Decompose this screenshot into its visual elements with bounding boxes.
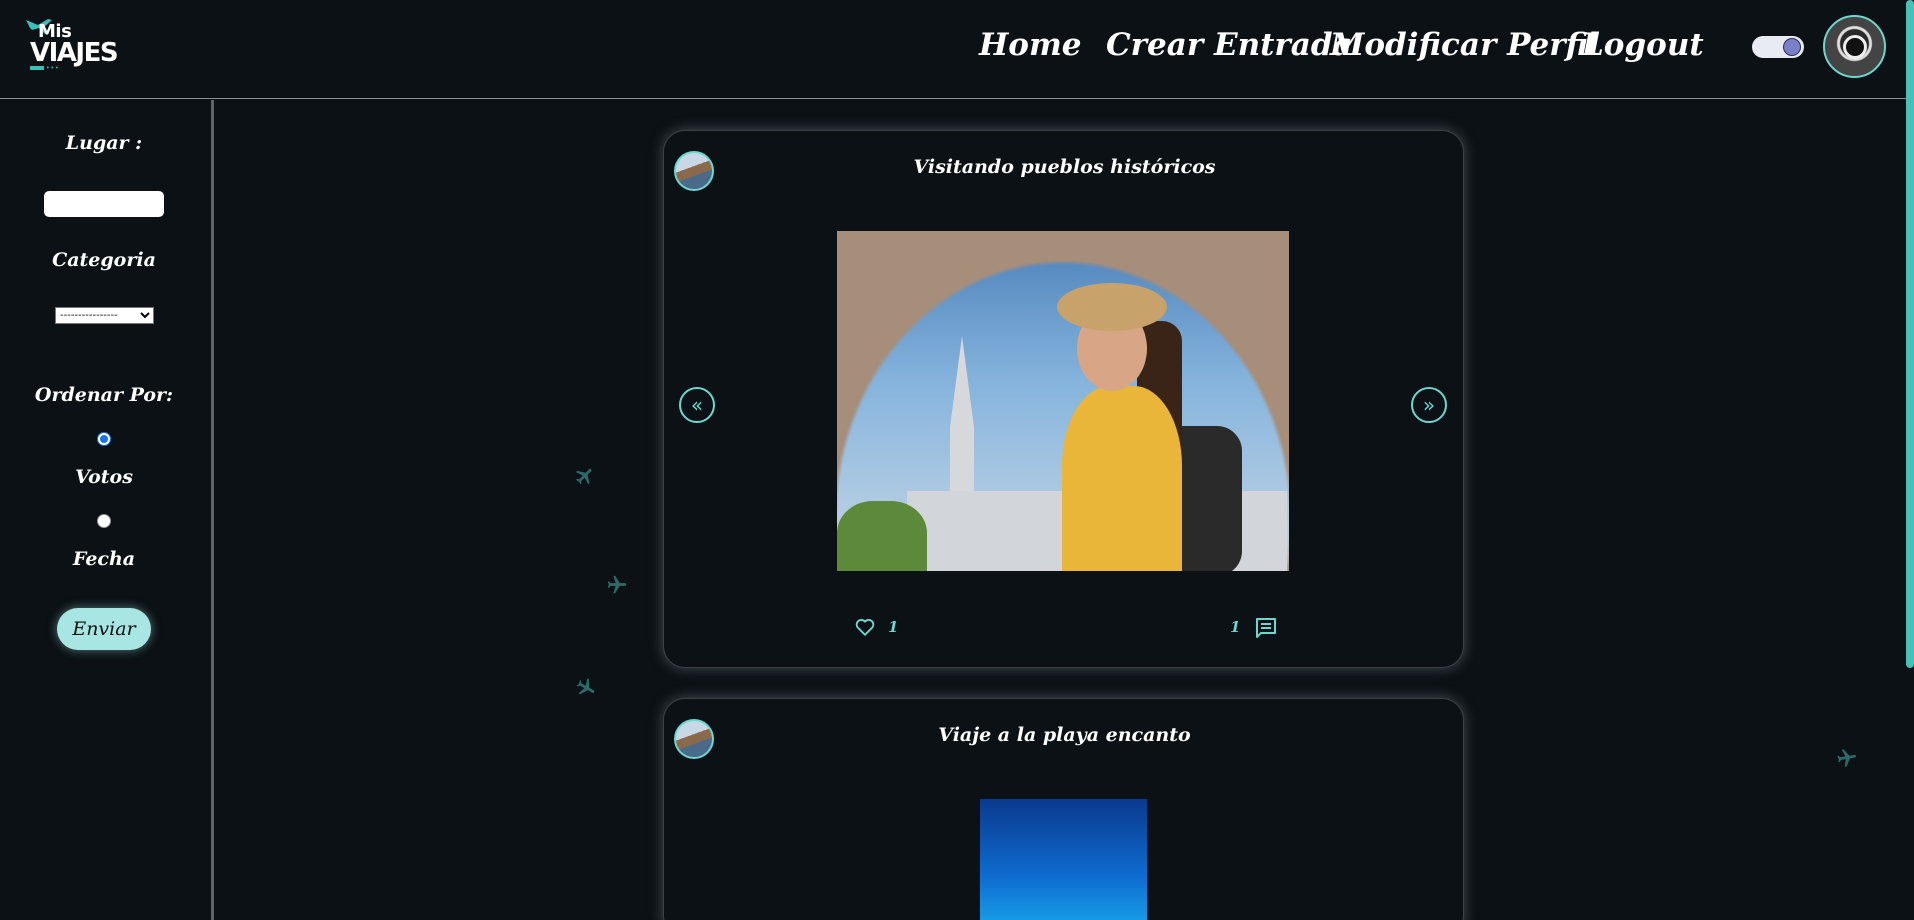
dress-shape xyxy=(1062,386,1182,571)
logo-dots: ••• xyxy=(46,65,60,72)
decorative-plane-icon xyxy=(607,575,627,594)
post-card: Viaje a la playa encanto xyxy=(663,698,1464,920)
enviar-button[interactable]: Enviar xyxy=(57,608,151,650)
lugar-label: Lugar : xyxy=(65,132,143,154)
decorative-plane-icon xyxy=(575,468,592,485)
avatar-image xyxy=(1843,35,1867,59)
carousel-next-button[interactable]: » xyxy=(1411,387,1447,423)
heart-icon[interactable] xyxy=(854,616,876,638)
toggle-knob xyxy=(1783,38,1801,56)
logo-text-viajes: VIAJES xyxy=(30,38,119,68)
carousel-prev-button[interactable]: « xyxy=(679,387,715,423)
user-avatar[interactable] xyxy=(1823,15,1886,78)
post-title: Viaje a la playa encanto xyxy=(938,724,1191,746)
filter-sidebar: Lugar : Categoria ---------------- Orden… xyxy=(0,100,214,920)
comment-icon[interactable] xyxy=(1254,616,1278,640)
post-card: Visitando pueblos históricos « » 1 1 xyxy=(663,130,1464,668)
scrollbar-thumb[interactable] xyxy=(1906,0,1914,668)
radio-fecha[interactable] xyxy=(97,514,111,528)
nav-modify-profile-link[interactable]: Modificar Perfil xyxy=(1330,27,1600,63)
post-title: Visitando pueblos históricos xyxy=(913,156,1216,178)
nav-create-entry-link[interactable]: Crear Entrada xyxy=(1106,27,1353,63)
fecha-label: Fecha xyxy=(72,548,136,570)
votos-label: Votos xyxy=(75,466,133,488)
logo-bar xyxy=(30,66,44,70)
radio-votos[interactable] xyxy=(97,432,111,446)
categoria-select[interactable]: ---------------- xyxy=(55,307,154,324)
theme-toggle[interactable] xyxy=(1752,36,1804,58)
nav-logout-link[interactable]: Logout xyxy=(1582,27,1704,63)
categoria-label: Categoria xyxy=(52,249,156,271)
post-image[interactable] xyxy=(980,799,1147,920)
hat-shape xyxy=(1057,283,1167,331)
nav-home-link[interactable]: Home xyxy=(979,27,1082,63)
like-count: 1 xyxy=(888,618,899,636)
top-navbar: Mis VIAJES ••• Home Crear Entrada Modifi… xyxy=(0,0,1914,99)
lugar-input[interactable] xyxy=(44,191,164,217)
comment-count: 1 xyxy=(1230,618,1241,636)
post-image[interactable] xyxy=(837,231,1289,571)
page-scrollbar[interactable] xyxy=(1906,0,1914,920)
decorative-plane-icon xyxy=(1837,749,1856,767)
post-actions: 1 1 xyxy=(664,616,1463,646)
decorative-plane-icon xyxy=(576,678,595,695)
ordenar-label: Ordenar Por: xyxy=(34,384,174,406)
mis-viajes-logo[interactable]: Mis VIAJES ••• xyxy=(24,16,119,76)
trees-shape xyxy=(837,501,927,571)
